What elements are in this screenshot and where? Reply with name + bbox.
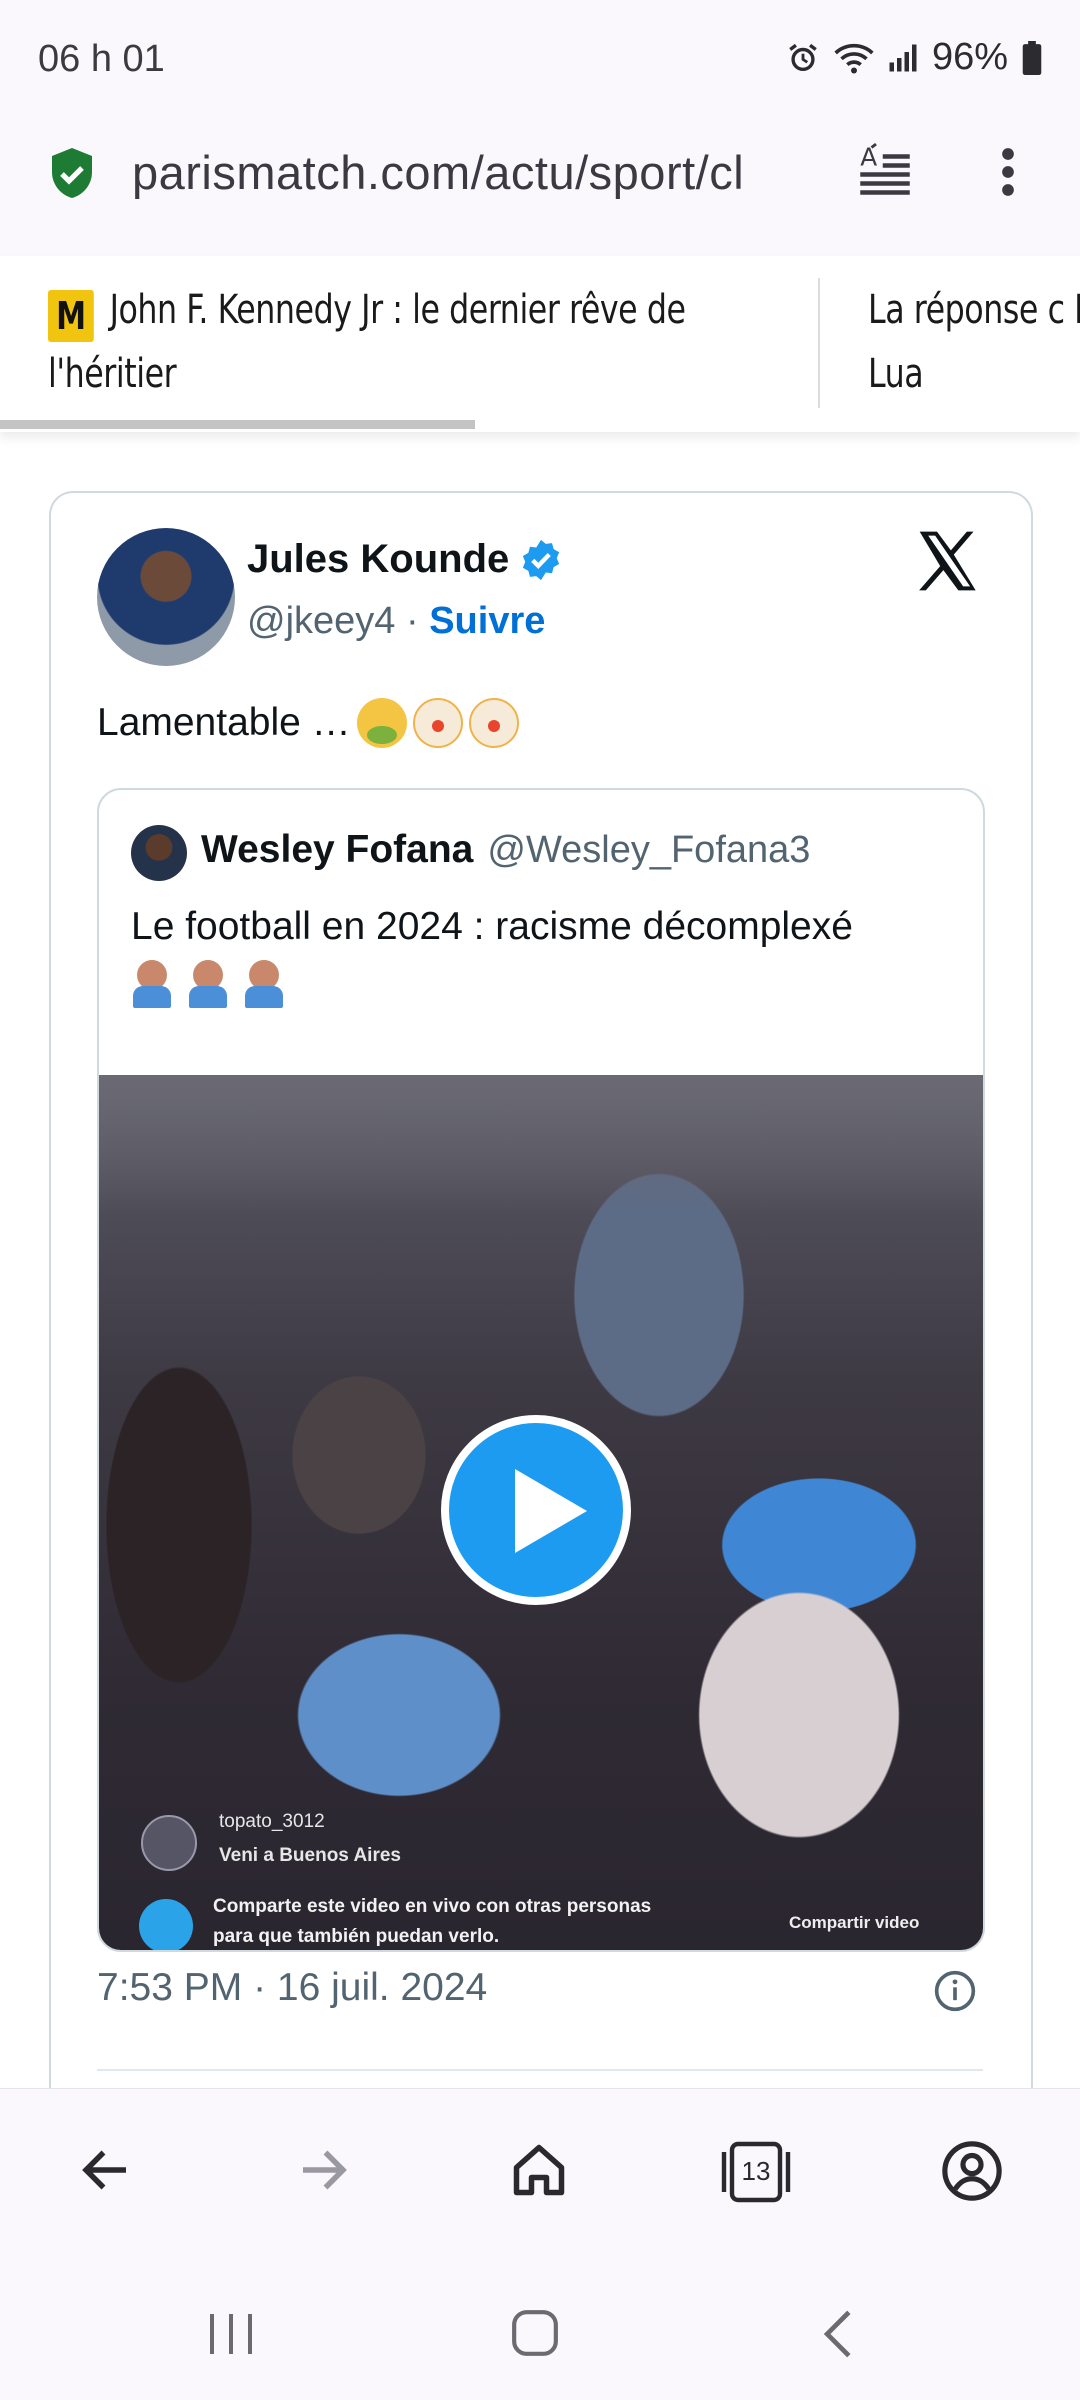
clown-face-emoji [412,698,463,748]
verified-badge-icon [523,539,560,580]
alarm-icon [789,43,817,71]
quoted-avatar[interactable] [131,825,187,881]
related-article-title[interactable]: La réponse c Match et Lua [868,278,1080,406]
url-field[interactable]: parismatch.com/actu/sport/cl [132,145,827,205]
related-articles-carousel[interactable]: M John F. Kennedy Jr : le dernier rêve de… [0,256,1080,432]
play-button[interactable] [441,1415,631,1605]
back-arrow-icon[interactable] [76,2140,136,2200]
person-facepalming-emoji [243,960,285,1008]
signal-icon [889,44,917,71]
separator: · [405,600,419,642]
system-navigation-bar [0,2260,1080,2400]
person-facepalming-emoji [131,960,173,1008]
live-share-prompt: Comparte este video en vivo con otras pe… [213,1896,652,1947]
battery-icon [1022,40,1042,75]
status-icons: 96% [786,36,1042,79]
avatar[interactable] [97,528,235,666]
tweet-divider [97,2069,983,2071]
status-time: 06 h 01 [38,38,165,80]
x-logo-icon[interactable] [917,531,981,591]
clown-face-emoji [468,698,519,748]
home-nav-icon[interactable] [510,2308,560,2358]
live-comment: topato_3012 Veni a Buenos Aires [219,1811,401,1866]
recent-apps-icon[interactable] [206,2312,256,2356]
paris-match-logo-badge: M [48,290,94,342]
url-fade [760,140,830,210]
video-player[interactable]: topato_3012 Veni a Buenos Aires Comparte… [99,1075,983,1950]
tweet-text: Lamentable … [97,698,519,748]
quoted-author-handle[interactable]: @Wesley_Fofana3 [487,829,810,872]
person-facepalming-emoji [187,960,229,1008]
quoted-author-name[interactable]: Wesley Fofana [201,828,473,872]
shield-check-icon[interactable] [48,146,96,202]
status-bar: 06 h 01 96% [0,0,1080,120]
quoted-tweet[interactable]: Wesley Fofana @Wesley_Fofana3 Le footbal… [97,788,985,1952]
related-article-card[interactable]: La réponse c Match et Lua [868,278,1080,406]
overflow-menu-icon[interactable] [990,145,1026,199]
nauseated-face-emoji [356,698,407,748]
svg-text:A: A [860,143,877,172]
video-frame-shade [99,1075,983,1215]
share-video-label: Compartir video [789,1913,920,1932]
reader-mode-icon[interactable]: A [858,143,912,197]
tweet-handle-row: @jkeey4 · Suivre [247,600,545,643]
battery-percent: 96% [931,36,1008,78]
related-article-title[interactable]: M John F. Kennedy Jr : le dernier rêve de… [48,278,805,406]
home-icon[interactable] [508,2140,570,2200]
related-article-card[interactable]: M John F. Kennedy Jr : le dernier rêve de… [48,278,808,406]
carousel-divider [818,278,820,408]
quoted-tweet-text: Le football en 2024 : racisme décomplexé [131,898,951,1008]
share-arrow-icon [139,1899,193,1950]
info-icon[interactable] [933,1969,977,2013]
tweet-timestamp[interactable]: 7:53 PM · 16 juil. 2024 [97,1966,487,2010]
live-viewer-avatar [141,1815,197,1871]
tab-count: 13 [741,2156,771,2186]
forward-arrow-icon[interactable] [293,2140,353,2200]
tweet-author[interactable]: Jules Kounde [247,537,563,582]
embedded-tweet[interactable]: Jules Kounde @jkeey4 · Suivre Lamentable… [49,491,1033,2113]
author-handle[interactable]: @jkeey4 [247,600,395,642]
author-name[interactable]: Jules Kounde [247,537,509,582]
carousel-progress-bar [0,420,475,429]
tab-switcher-button[interactable]: 13 [718,2140,794,2204]
follow-link[interactable]: Suivre [429,600,545,642]
account-icon[interactable] [941,2140,1003,2202]
back-nav-icon[interactable] [818,2308,858,2360]
wifi-icon [834,43,874,73]
quoted-author[interactable]: Wesley Fofana @Wesley_Fofana3 [201,828,810,872]
